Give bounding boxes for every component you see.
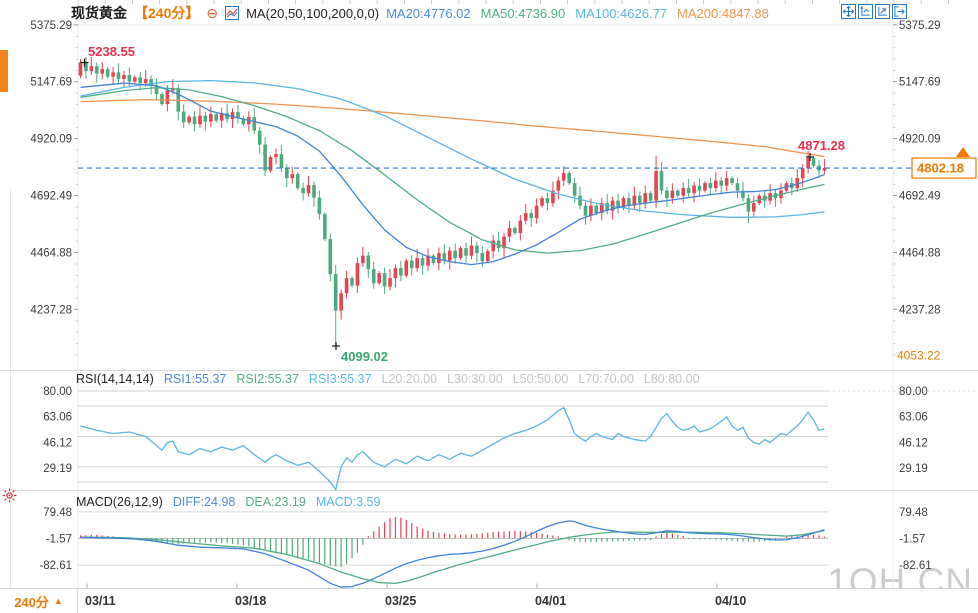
- rsi1-value: RSI1:55.37: [163, 372, 227, 386]
- left-scroll-handle[interactable]: [0, 50, 8, 92]
- l30-value: L30:30.00: [447, 372, 503, 386]
- symbol-title[interactable]: 现货黄金: [71, 3, 127, 23]
- ma-legend: MA20:4776.02 MA50:4736.90 MA100:4626.77 MA2…: [386, 6, 769, 21]
- exit-fullscreen-button[interactable]: [892, 4, 907, 19]
- axis-scale-button[interactable]: [875, 4, 890, 19]
- collapse-icon[interactable]: ⊖: [206, 6, 218, 20]
- date-label: 03/18: [235, 594, 267, 608]
- svg-text:4692.49: 4692.49: [30, 191, 72, 203]
- chart-type-icon[interactable]: [225, 6, 240, 20]
- l20-value: L20:20.00: [381, 372, 438, 386]
- date-label: 04/01: [535, 594, 567, 608]
- macd-histogram: [79, 516, 826, 567]
- svg-text:5375.29: 5375.29: [899, 20, 941, 32]
- dea-value: DEA:23.19: [245, 495, 306, 509]
- ma20-line: [80, 82, 825, 266]
- macd-header: MACD(26,12,9) DIFF:24.98 DEA:23.19 MACD:3.…: [76, 495, 380, 509]
- macd-pane: 79.48 79.48 -1.57 -1.57 -82.61 -82.61: [39, 507, 932, 588]
- chart-plot-area[interactable]: 5375.29 5375.29 5147.69 5147.69 4920.09 4920.…: [0, 0, 978, 613]
- svg-text:29.19: 29.19: [899, 463, 928, 475]
- period-high-label: 5238.55: [88, 44, 135, 59]
- candles-layer[interactable]: [78, 56, 827, 344]
- svg-text:4237.28: 4237.28: [30, 304, 72, 316]
- svg-text:5147.69: 5147.69: [899, 77, 941, 89]
- date-label: 04/10: [715, 594, 747, 608]
- ma50-value: MA50:4736.90: [480, 5, 566, 21]
- svg-text:4692.49: 4692.49: [899, 191, 941, 203]
- diff-value: DIFF:24.98: [172, 495, 236, 509]
- rsi2-value: RSI2:55.37: [236, 372, 299, 386]
- macd-value: MACD:3.59: [315, 495, 381, 509]
- rsi-line: [80, 406, 825, 492]
- date-label: 03/25: [385, 594, 417, 608]
- svg-text:79.48: 79.48: [43, 507, 72, 519]
- period-label[interactable]: 【240分】: [134, 3, 199, 23]
- date-label: 03/11: [85, 594, 116, 608]
- period-selector[interactable]: 240分 ▲: [0, 589, 78, 613]
- visible-low-marker: 4053.22: [897, 348, 941, 362]
- svg-text:4920.09: 4920.09: [899, 134, 941, 146]
- pan-tool-button[interactable]: [841, 4, 856, 19]
- svg-text:-82.61: -82.61: [39, 560, 72, 572]
- price-annotations: 5238.55 4099.02 4871.28: [80, 44, 845, 364]
- svg-text:5375.29: 5375.29: [30, 20, 72, 32]
- l50-value: L50:50.00: [512, 372, 569, 386]
- l70-value: L70:70.00: [578, 372, 634, 386]
- svg-text:80.00: 80.00: [899, 386, 928, 398]
- svg-text:-1.57: -1.57: [899, 534, 925, 546]
- ma200-value: MA200:4847.88: [677, 5, 769, 21]
- rsi-params-label[interactable]: RSI(14,14,14): [76, 372, 154, 386]
- brightness-icon[interactable]: [2, 488, 17, 503]
- svg-text:63.06: 63.06: [43, 412, 72, 424]
- svg-text:46.12: 46.12: [899, 437, 928, 449]
- macd-diff-line: [80, 520, 825, 588]
- price-axis: 5375.29 5375.29 5147.69 5147.69 4920.09 4920.…: [30, 20, 940, 363]
- svg-text:4920.09: 4920.09: [30, 134, 72, 146]
- svg-text:46.12: 46.12: [43, 437, 72, 449]
- ma50-line: [80, 86, 825, 254]
- svg-text:-82.61: -82.61: [899, 560, 932, 572]
- svg-text:4237.28: 4237.28: [899, 304, 941, 316]
- swing-high-label: 4871.28: [798, 138, 845, 153]
- period-low-label: 4099.02: [341, 349, 388, 364]
- time-axis-bar: 240分 ▲ 03/11 03/18 03/25 04/01 04/10: [0, 588, 978, 613]
- svg-text:-1.57: -1.57: [46, 534, 72, 546]
- trading-app-window: 1QH.CN 5375.29 5375.29 5147.69 5147.69 4920.…: [0, 0, 978, 613]
- svg-text:4464.88: 4464.88: [30, 247, 72, 259]
- ma200-line: [80, 98, 825, 158]
- svg-text:5147.69: 5147.69: [30, 77, 72, 89]
- ma-params-label[interactable]: MA(20,50,100,200,0,0): [246, 6, 379, 21]
- svg-text:80.00: 80.00: [43, 386, 72, 398]
- macd-legend: DIFF:24.98 DEA:23.19 MACD:3.59: [173, 495, 381, 509]
- zoom-axes-button[interactable]: [858, 4, 873, 19]
- chart-header: 现货黄金 【240分】 ⊖ MA(20,50,100,200,0,0) MA20…: [71, 3, 769, 23]
- svg-text:4464.88: 4464.88: [899, 247, 941, 259]
- rsi-legend: RSI1:55.37 RSI2:55.37 RSI3:55.37 L20:20.00 L…: [164, 372, 700, 386]
- ma20-value: MA20:4776.02: [386, 5, 471, 21]
- l80-value: L80:80.00: [643, 372, 700, 386]
- svg-text:29.19: 29.19: [43, 463, 72, 475]
- chart-toolbar: [841, 4, 907, 19]
- rsi-pane: 80.00 80.00 63.06 63.06 46.12 46.12 29.19 29.19: [43, 386, 975, 492]
- rsi3-value: RSI3:55.37: [308, 372, 372, 386]
- last-price-value: 4802.18: [917, 161, 964, 176]
- svg-text:63.06: 63.06: [899, 412, 928, 424]
- period-selector-arrow-icon: ▲: [53, 596, 63, 606]
- macd-params-label[interactable]: MACD(26,12,9): [76, 495, 163, 509]
- rsi-header: RSI(14,14,14) RSI1:55.37 RSI2:55.37 RSI3:5…: [76, 372, 700, 386]
- svg-text:79.48: 79.48: [899, 507, 928, 519]
- ma100-value: MA100:4626.77: [575, 5, 668, 21]
- period-selector-label: 240分: [14, 594, 49, 610]
